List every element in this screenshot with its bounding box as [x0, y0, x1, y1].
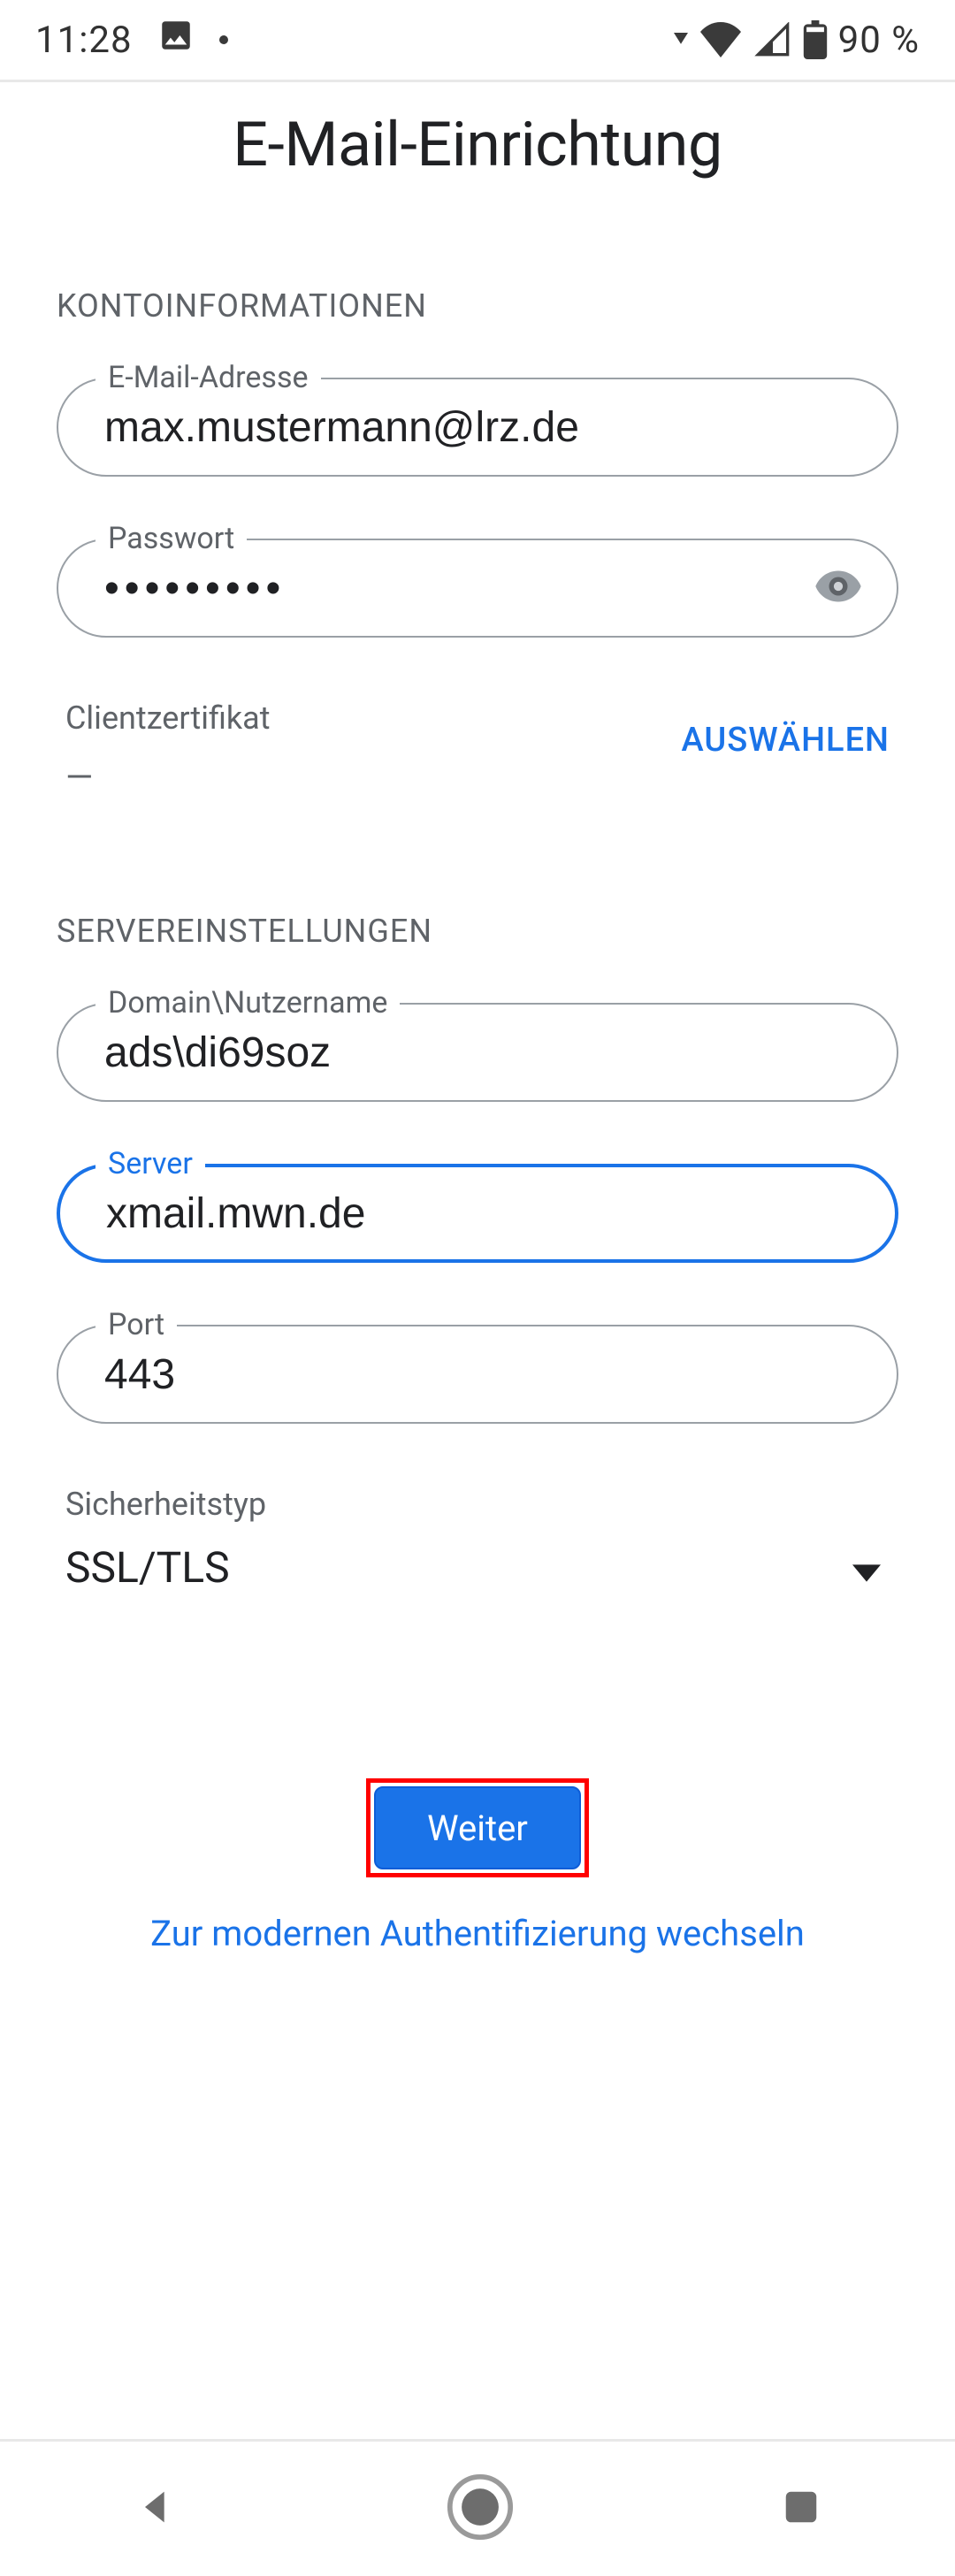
password-field-wrap: Passwort: [57, 539, 898, 638]
nav-recent-icon[interactable]: [781, 2487, 821, 2531]
port-field-wrap: Port: [57, 1325, 898, 1424]
client-cert-select-button[interactable]: AUSWÄHLEN: [681, 721, 890, 760]
email-label: E-Mail-Adresse: [96, 360, 321, 395]
email-field-wrap: E-Mail-Adresse: [57, 378, 898, 477]
battery-icon: [803, 20, 828, 59]
nav-home-icon[interactable]: [447, 2473, 514, 2544]
client-cert-label: Clientzertifikat: [65, 699, 271, 737]
client-cert-row: Clientzertifikat — AUSWÄHLEN: [57, 699, 898, 798]
status-time: 11:28: [35, 19, 133, 62]
system-nav-bar: [0, 2442, 955, 2576]
section-server-label: SERVEREINSTELLUNGEN: [57, 913, 898, 950]
security-type-label: Sicherheitstyp: [57, 1486, 898, 1523]
battery-percent: 90 %: [838, 19, 920, 62]
password-label: Passwort: [96, 521, 247, 556]
section-account-label: KONTOINFORMATIONEN: [57, 287, 898, 325]
next-button[interactable]: Weiter: [374, 1786, 581, 1869]
chevron-down-icon: [852, 1542, 881, 1593]
security-type-value: SSL/TLS: [65, 1542, 230, 1593]
image-icon: [157, 17, 195, 64]
eye-icon[interactable]: [814, 562, 863, 615]
notification-dot-icon: [219, 35, 228, 44]
divider: [0, 80, 955, 82]
wifi-icon: [699, 22, 743, 57]
client-cert-value: —: [65, 756, 271, 798]
highlight-box: Weiter: [366, 1778, 589, 1877]
server-label: Server: [96, 1146, 205, 1181]
signal-icon: [753, 22, 792, 57]
server-field-wrap: Server: [57, 1164, 898, 1263]
port-label: Port: [96, 1307, 177, 1342]
username-field-wrap: Domain\Nutzername: [57, 1003, 898, 1102]
security-type-row[interactable]: Sicherheitstyp SSL/TLS: [57, 1486, 898, 1593]
port-input[interactable]: [57, 1325, 898, 1424]
username-label: Domain\Nutzername: [96, 985, 400, 1020]
nav-back-icon[interactable]: [134, 2484, 180, 2534]
modern-auth-link[interactable]: Zur modernen Authentifizierung wechseln: [57, 1913, 898, 1954]
dropdown-triangle-icon: [674, 33, 688, 47]
status-bar: 11:28 90 %: [0, 0, 955, 80]
page-title: E-Mail-Einrichtung: [57, 109, 898, 181]
